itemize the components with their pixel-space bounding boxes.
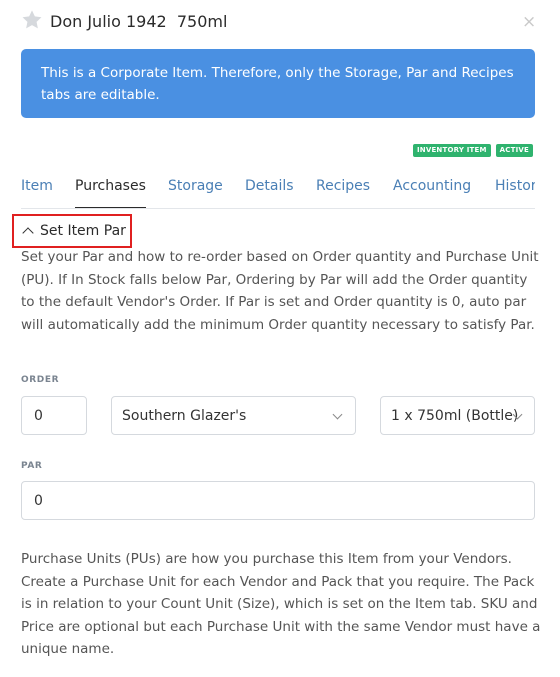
tab-purchases[interactable]: Purchases <box>75 178 146 208</box>
purchase-unit-select[interactable]: 1 x 750ml (Bottle) <box>380 396 535 435</box>
tab-recipes[interactable]: Recipes <box>316 178 370 194</box>
close-icon[interactable]: × <box>522 14 536 31</box>
purchase-unit-value: 1 x 750ml (Bottle) <box>391 407 519 424</box>
item-header: Don Julio 1942 750ml × <box>0 0 560 46</box>
set-item-par-toggle[interactable]: Set Item Par <box>12 214 132 248</box>
banner-text: This is a Corporate Item. Therefore, onl… <box>41 65 514 103</box>
order-quantity-value: 0 <box>34 407 43 424</box>
purchase-units-description: Purchase Units (PUs) are how you purchas… <box>21 551 541 657</box>
tab-accounting[interactable]: Accounting <box>393 178 471 194</box>
star-icon[interactable] <box>21 9 43 31</box>
active-badge: ACTIVE <box>495 144 533 157</box>
order-label: ORDER <box>21 375 60 385</box>
tab-history[interactable]: Histor <box>495 178 535 194</box>
corporate-item-banner: This is a Corporate Item. Therefore, onl… <box>21 49 535 118</box>
set-par-description: Set your Par and how to re-order based o… <box>21 249 539 333</box>
chevron-down-icon <box>332 409 343 420</box>
tab-item[interactable]: Item <box>21 178 53 194</box>
tab-storage[interactable]: Storage <box>168 178 223 194</box>
item-tabs: Item Purchases Storage Details Recipes A… <box>21 168 535 209</box>
par-label: PAR <box>21 461 43 471</box>
order-quantity-input[interactable]: 0 <box>21 396 87 435</box>
inventory-item-badge: INVENTORY ITEM <box>412 144 491 157</box>
vendor-select[interactable]: Southern Glazer's <box>111 396 356 435</box>
par-input[interactable]: 0 <box>21 481 535 520</box>
status-badges: INVENTORY ITEM ACTIVE <box>412 144 533 157</box>
vendor-select-value: Southern Glazer's <box>122 407 247 424</box>
tab-details[interactable]: Details <box>245 178 294 194</box>
section-label: Set Item Par <box>40 223 126 239</box>
par-value: 0 <box>34 492 43 509</box>
chevron-up-icon <box>22 227 34 239</box>
item-title: Don Julio 1942 750ml <box>50 12 228 31</box>
